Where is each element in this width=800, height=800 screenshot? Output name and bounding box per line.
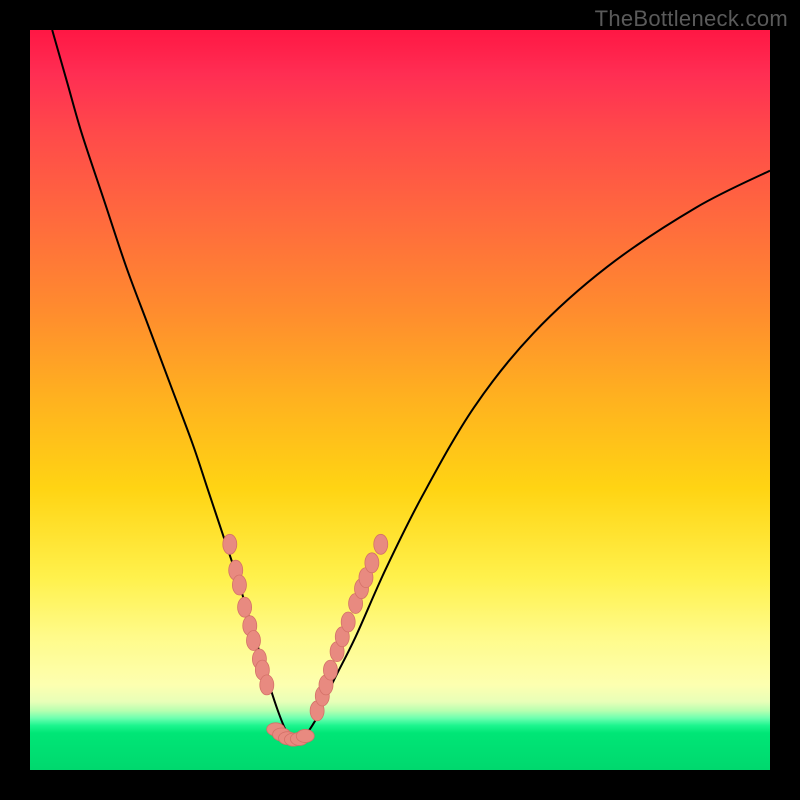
data-marker: [223, 534, 237, 554]
marker-cluster-right: [310, 534, 388, 721]
chart-frame: TheBottleneck.com: [0, 0, 800, 800]
curve-layer: [30, 30, 770, 770]
data-marker: [323, 660, 337, 680]
bottleneck-curve: [52, 30, 770, 741]
data-marker: [232, 575, 246, 595]
marker-cluster-bottom: [267, 723, 315, 746]
data-marker: [260, 675, 274, 695]
data-marker: [238, 597, 252, 617]
watermark-text: TheBottleneck.com: [595, 6, 788, 32]
plot-area: [30, 30, 770, 770]
data-marker: [374, 534, 388, 554]
data-marker: [341, 612, 355, 632]
data-marker: [246, 631, 260, 651]
data-marker: [296, 729, 314, 742]
data-marker: [365, 553, 379, 573]
